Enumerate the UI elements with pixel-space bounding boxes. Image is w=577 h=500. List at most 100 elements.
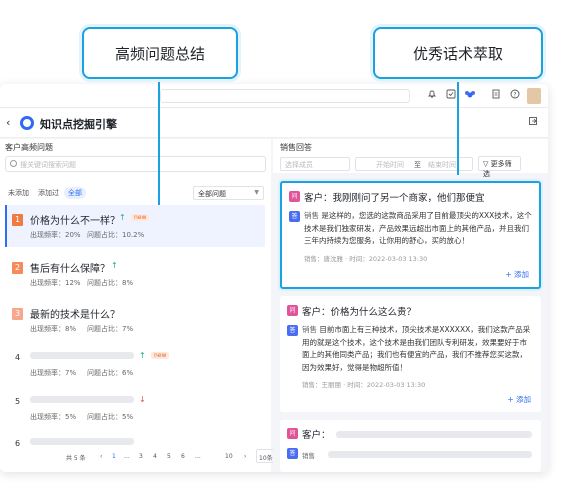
member-select-placeholder: 选择成员 [285,161,313,169]
question-search-input[interactable]: 搜关键词搜索问题 [5,156,266,172]
search-icon [10,160,17,167]
back-icon[interactable]: ‹ [6,116,10,129]
trend-up-icon: ↑ [119,213,126,222]
trend-up-icon: ↑ [139,351,146,360]
filter-not-added[interactable]: 未添加 [8,188,29,198]
app-logo-icon [20,116,34,130]
question-item-5[interactable]: 5 ↓ 出现频率：5% 问题占比：5% [5,387,265,429]
add-button[interactable]: + 添加 [505,269,529,280]
customer-question: 客户： [302,430,331,441]
date-range-picker[interactable]: 开始时间 至 结束时间 [355,157,473,171]
callout-script-extraction: 优秀话术萃取 [373,27,543,79]
sales-answer: 销售 是这样的，您选的这款商品采用了目前最顶尖的XXX技术，这个技术是我们独家研… [304,210,536,248]
global-search-input[interactable] [160,89,410,103]
rank-badge: 1 [12,214,23,226]
avatar[interactable] [527,88,541,104]
pagination-total: 共 5 条 [66,455,86,462]
rank-number: 4 [14,353,21,362]
top-bar: ? [0,84,548,108]
page-4[interactable]: 4 [153,453,157,460]
filter-added[interactable]: 添加过 [38,188,59,198]
page-ellipsis[interactable]: ... [195,453,201,460]
question-title: 最新的技术是什么？ [30,310,120,321]
question-title-placeholder [30,352,134,359]
answer-card-1[interactable]: 问 客户：我刚刚问了另一个商家，他们那便宜 答 销售 是这样的，您选的这款商品采… [280,181,541,289]
app-window: ? ‹ 知识点挖掘引擎 客户高频问题 搜关键词搜索问题 未添加 添加过 全部 全… [0,84,548,472]
team-icon[interactable] [463,89,477,103]
svg-text:?: ? [513,91,516,98]
export-icon[interactable] [528,116,538,129]
callout-faq-summary: 高频问题总结 [82,27,238,79]
search-placeholder: 搜关键词搜索问题 [20,161,76,169]
question-type-select[interactable]: 全部问题 ▼ [193,186,264,200]
rank-badge: 2 [12,262,23,274]
question-frequency: 出现频率：20% [30,231,81,239]
trend-up-icon: ↑ [111,261,118,270]
member-select[interactable]: 选择成员 [280,157,350,171]
question-item-4[interactable]: 4 ↑ new 出现频率：7% 问题占比：6% [5,343,265,385]
question-title: 价格为什么不一样？ [30,216,120,227]
page-5[interactable]: 5 [167,453,171,460]
question-placeholder [336,431,532,438]
question-ratio: 问题占比：7% [87,325,134,333]
pagination: 共 5 条 ‹ 1 ... 3 4 5 6 ... 10 › 10条 [0,449,278,465]
document-icon[interactable] [489,89,503,103]
bell-icon[interactable] [425,89,439,103]
question-badge: 问 [289,191,300,202]
question-item-2[interactable]: 2 售后有什么保障？ ↑ 出现频率：12% 问题占比：8% [5,253,265,295]
page-ellipsis[interactable]: ... [124,453,130,460]
question-ratio: 问题占比：5% [87,413,134,421]
answers-header: 销售回答 选择成员 开始时间 至 结束时间 ▽ 更多筛选 [273,139,548,178]
speaker-label: 销售 [302,452,315,460]
question-ratio: 问题占比：10.2% [87,231,145,239]
question-item-1[interactable]: 1 价格为什么不一样？ ↑ new 出现频率：20% 问题占比：10.2% [5,205,265,247]
page-3[interactable]: 3 [139,453,143,460]
answer-text: 目前市面上有三种技术，顶尖技术是XXXXXX，我们这款产品采用的就是这个技术，这… [302,325,531,372]
more-filter-label: 更多筛选 [483,160,512,178]
question-frequency: 出现频率：7% [30,369,77,377]
filter-icon: ▽ [483,160,489,168]
answer-placeholder [328,451,532,458]
customer-question: 客户：价格为什么这么贵？ [302,307,417,318]
customer-question: 客户：我刚刚问了另一个商家，他们那便宜 [304,193,485,204]
new-badge: new [151,352,170,359]
callout-connector-left [158,79,160,205]
answer-meta: 销售：王丽丽 · 时间：2022-03-03 13:30 [302,381,426,389]
faq-section-title: 客户高频问题 [5,143,53,152]
question-ratio: 问题占比：8% [87,279,134,287]
question-type-value: 全部问题 [198,190,226,198]
help-icon[interactable]: ? [508,89,522,103]
new-badge: new [131,214,150,221]
rank-number: 5 [14,397,21,406]
page-6[interactable]: 6 [181,453,185,460]
answer-badge: 答 [289,211,300,222]
page-1[interactable]: 1 [112,453,116,460]
more-filter-button[interactable]: ▽ 更多筛选 [478,156,521,178]
next-page-icon[interactable]: › [244,453,246,460]
page-10[interactable]: 10 [225,453,233,460]
answer-badge: 答 [287,448,298,459]
check-icon[interactable] [444,89,458,103]
trend-down-icon: ↓ [139,395,146,404]
answer-card-3[interactable]: 问 客户： 答 销售 [280,420,541,472]
answers-panel: 销售回答 选择成员 开始时间 至 结束时间 ▽ 更多筛选 问 客户：我刚刚问了另… [273,139,548,472]
question-frequency: 出现频率：5% [30,413,77,421]
date-end-placeholder: 结束时间 [428,161,456,169]
question-title-placeholder [30,438,134,445]
page-header: ‹ 知识点挖掘引擎 [0,108,548,138]
question-item-6[interactable]: 6 [5,429,265,448]
answer-text: 是这样的，您选的这款商品采用了目前最顶尖的XXX技术，这个技术是我们独家研发，产… [304,211,532,245]
page-size-value: 10条 [259,455,273,462]
answer-card-2[interactable]: 问 客户：价格为什么这么贵？ 答 销售 目前市面上有三种技术，顶尖技术是XXXX… [280,296,541,412]
question-frequency: 出现频率：8% [30,325,77,333]
answers-section-title: 销售回答 [280,143,312,152]
prev-page-icon[interactable]: ‹ [100,453,102,460]
add-button[interactable]: + 添加 [507,394,531,405]
question-title: 售后有什么保障？ [30,264,110,275]
date-separator: 至 [414,161,421,169]
question-ratio: 问题占比：6% [87,369,134,377]
question-frequency: 出现频率：12% [30,279,81,287]
question-item-3[interactable]: 3 最新的技术是什么？ 出现频率：8% 问题占比：7% [5,299,265,341]
sales-answer: 销售 目前市面上有三种技术，顶尖技术是XXXXXX，我们这款产品采用的就是这个技… [302,324,534,374]
filter-all[interactable]: 全部 [64,187,86,199]
